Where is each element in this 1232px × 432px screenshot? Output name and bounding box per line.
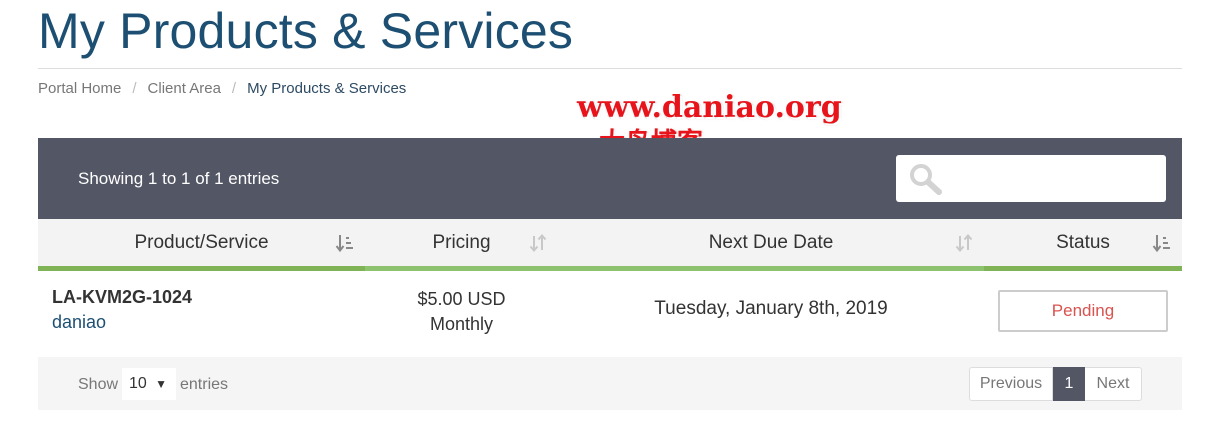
table-header: Product/Service Pricing Next Due Date St… xyxy=(38,219,1182,271)
table-row[interactable]: LA-KVM2G-1024 daniao $5.00 USD Monthly T… xyxy=(38,271,1182,357)
column-header-next-due-date[interactable]: Next Due Date xyxy=(558,219,984,271)
sort-both-icon xyxy=(955,233,973,253)
sort-both-icon xyxy=(529,233,547,253)
page-length-value: 10 xyxy=(129,375,147,392)
product-cell: LA-KVM2G-1024 daniao xyxy=(52,287,192,333)
entries-label: entries xyxy=(180,376,229,393)
pagination-next-button[interactable]: Next xyxy=(1085,367,1142,401)
column-label: Pricing xyxy=(432,231,491,253)
pricing-cell: $5.00 USD Monthly xyxy=(365,287,558,337)
breadcrumb-portal-home[interactable]: Portal Home xyxy=(38,80,121,97)
column-header-pricing[interactable]: Pricing xyxy=(365,219,558,271)
watermark-url: www.daniao.org xyxy=(577,90,842,125)
show-label: Show xyxy=(78,376,119,393)
breadcrumb-separator: / xyxy=(231,80,237,97)
page-title: My Products & Services xyxy=(38,3,574,59)
breadcrumb-current: My Products & Services xyxy=(247,80,407,97)
title-divider xyxy=(38,68,1182,69)
column-label: Status xyxy=(1056,231,1110,253)
product-name: LA-KVM2G-1024 xyxy=(52,287,193,307)
sort-ascending-icon xyxy=(335,235,353,253)
breadcrumb-separator: / xyxy=(132,80,137,97)
price-amount: $5.00 USD xyxy=(417,289,506,309)
table-footer: Show 10 ▼ entries Previous 1 Next xyxy=(38,357,1182,410)
breadcrumb: Portal Home / Client Area / My Products … xyxy=(38,80,406,97)
pagination-page-1[interactable]: 1 xyxy=(1053,367,1085,401)
table-info: Showing 1 to 1 of 1 entries xyxy=(78,169,280,188)
status-badge: Pending xyxy=(998,290,1168,332)
pagination: Previous 1 Next xyxy=(969,367,1142,401)
product-domain-link[interactable]: daniao xyxy=(52,312,192,333)
column-label: Product/Service xyxy=(134,231,269,253)
column-header-product-service[interactable]: Product/Service xyxy=(38,219,365,271)
pagination-previous-button[interactable]: Previous xyxy=(969,367,1053,401)
sort-ascending-icon xyxy=(1152,235,1170,253)
search-icon xyxy=(910,164,942,195)
caret-down-icon: ▼ xyxy=(155,377,167,391)
search-input[interactable] xyxy=(896,155,1166,202)
billing-cycle: Monthly xyxy=(429,314,494,334)
page-length-select[interactable]: 10 ▼ xyxy=(122,368,176,400)
next-due-date: Tuesday, January 8th, 2019 xyxy=(654,298,888,319)
column-header-status[interactable]: Status xyxy=(984,219,1182,271)
column-label: Next Due Date xyxy=(708,231,834,253)
breadcrumb-client-area[interactable]: Client Area xyxy=(148,80,221,97)
table-toolbar: Showing 1 to 1 of 1 entries xyxy=(38,138,1182,219)
